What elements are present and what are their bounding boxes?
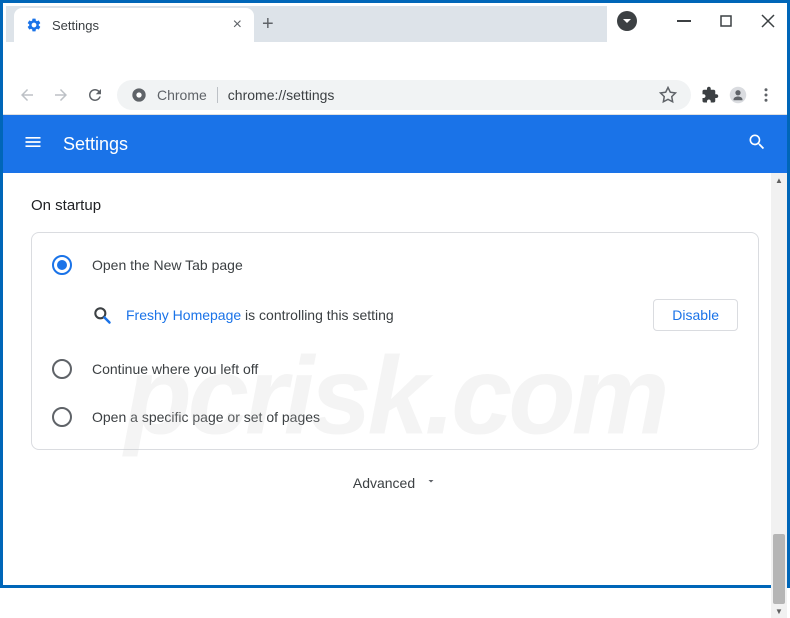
minimize-button[interactable] [677, 14, 691, 28]
extension-text: Freshy Homepage is controlling this sett… [126, 307, 639, 323]
menu-icon[interactable] [757, 86, 775, 104]
scroll-up-icon[interactable]: ▲ [771, 173, 787, 187]
chrome-icon [131, 87, 147, 103]
page-title: Settings [63, 134, 727, 155]
browser-tab[interactable]: Settings × [14, 8, 254, 42]
scrollbar-thumb[interactable] [773, 534, 785, 604]
extension-notice: Freshy Homepage is controlling this sett… [32, 289, 758, 345]
advanced-label: Advanced [353, 475, 415, 491]
extension-link[interactable]: Freshy Homepage [126, 307, 241, 323]
magnifier-icon [92, 305, 112, 325]
section-title: On startup [31, 197, 759, 214]
star-icon[interactable] [659, 86, 677, 104]
forward-button[interactable] [49, 83, 73, 107]
reload-button[interactable] [83, 83, 107, 107]
option-label: Open a specific page or set of pages [92, 409, 320, 425]
settings-header: Settings [3, 115, 787, 173]
hamburger-icon[interactable] [23, 132, 43, 157]
extensions-icon[interactable] [701, 86, 719, 104]
search-icon[interactable] [747, 132, 767, 157]
option-continue[interactable]: Continue where you left off [32, 345, 758, 393]
back-button[interactable] [15, 83, 39, 107]
shield-icon[interactable] [617, 11, 637, 31]
chevron-down-icon [425, 474, 437, 492]
tab-bar: Settings × + [6, 6, 607, 42]
radio-unselected[interactable] [52, 407, 72, 427]
url-path: chrome://settings [228, 87, 335, 103]
scroll-down-icon[interactable]: ▼ [771, 604, 787, 618]
startup-card: Open the New Tab page Freshy Homepage is… [31, 232, 759, 450]
radio-unselected[interactable] [52, 359, 72, 379]
option-label: Open the New Tab page [92, 257, 243, 273]
scrollbar[interactable]: ▲ ▼ [771, 173, 787, 618]
option-specific[interactable]: Open a specific page or set of pages [32, 393, 758, 441]
disable-button[interactable]: Disable [653, 299, 738, 331]
url-prefix: Chrome [157, 87, 218, 103]
address-bar[interactable]: Chrome chrome://settings [117, 80, 691, 110]
option-new-tab[interactable]: Open the New Tab page [32, 241, 758, 289]
content-area: On startup Open the New Tab page Freshy … [3, 173, 787, 526]
radio-selected[interactable] [52, 255, 72, 275]
tab-title: Settings [52, 18, 223, 33]
profile-icon[interactable] [729, 86, 747, 104]
gear-icon [26, 17, 42, 33]
close-icon[interactable]: × [233, 16, 242, 34]
address-bar-row: Chrome chrome://settings [3, 75, 787, 115]
maximize-button[interactable] [719, 14, 733, 28]
option-label: Continue where you left off [92, 361, 258, 377]
window-close-button[interactable] [761, 14, 775, 28]
new-tab-button[interactable]: + [262, 13, 274, 42]
advanced-toggle[interactable]: Advanced [31, 450, 759, 502]
